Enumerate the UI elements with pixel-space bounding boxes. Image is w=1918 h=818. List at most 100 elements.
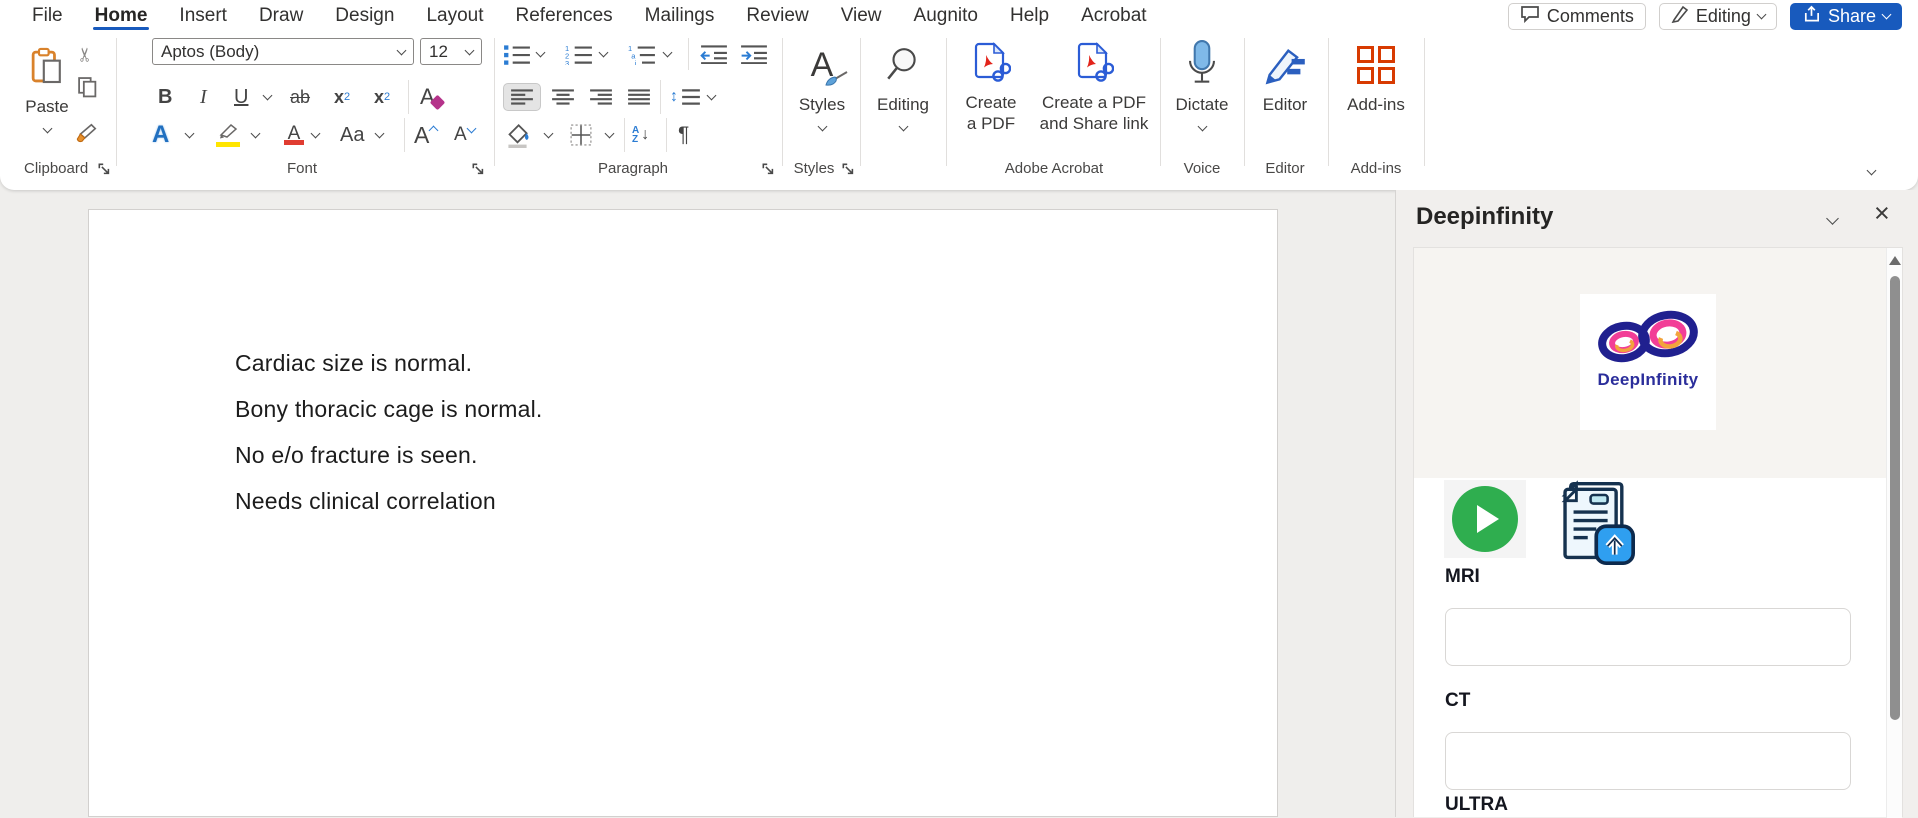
task-pane-menu-button[interactable] [1828, 210, 1837, 228]
menu-acrobat[interactable]: Acrobat [1065, 0, 1162, 32]
menu-layout[interactable]: Layout [410, 0, 499, 32]
font-color-dropdown[interactable] [312, 121, 319, 149]
underline-dropdown[interactable] [264, 83, 271, 111]
menu-home[interactable]: Home [79, 0, 164, 32]
change-case-dropdown[interactable] [376, 121, 383, 149]
bullets-button[interactable] [503, 40, 531, 68]
ct-input[interactable] [1445, 732, 1851, 790]
clipboard-dialog-launcher-icon[interactable] [98, 163, 111, 176]
shading-button[interactable] [505, 121, 530, 149]
paragraph-group-label: Paragraph [498, 160, 768, 177]
chevron-down-icon [1197, 122, 1207, 132]
subscript-button[interactable]: x2 [334, 83, 350, 111]
decrease-indent-button[interactable] [700, 40, 728, 68]
justify-button[interactable] [627, 83, 651, 111]
menu-references[interactable]: References [500, 0, 629, 32]
scroll-up-icon[interactable] [1889, 256, 1901, 265]
menu-augnito[interactable]: Augnito [898, 0, 994, 32]
superscript-button[interactable]: x2 [374, 83, 390, 111]
chevron-down-icon [898, 122, 908, 132]
create-pdf-share-button[interactable]: Create a PDF and Share link [1032, 36, 1156, 134]
superscript-glyph: x [374, 87, 384, 108]
increase-indent-button[interactable] [740, 40, 768, 68]
shading-dropdown[interactable] [545, 121, 552, 149]
chevron-down-icon [663, 48, 673, 58]
pilcrow-glyph: ¶ [678, 123, 689, 147]
font-name-value: Aptos (Body) [161, 42, 259, 62]
text-effects-dropdown[interactable] [186, 121, 193, 149]
borders-button[interactable] [570, 121, 592, 149]
bullets-dropdown[interactable] [537, 40, 544, 68]
align-center-button[interactable] [551, 83, 575, 111]
format-painter-button[interactable] [76, 121, 98, 149]
share-button[interactable]: Share [1790, 3, 1902, 30]
chevron-down-icon [263, 91, 273, 101]
grow-font-button[interactable]: A [414, 121, 437, 149]
font-name-combobox[interactable]: Aptos (Body) [152, 38, 414, 65]
menu-draw[interactable]: Draw [243, 0, 319, 32]
styles-button[interactable]: A Styles [788, 36, 856, 130]
scrollbar-thumb[interactable] [1890, 276, 1900, 720]
paragraph-dialog-launcher-icon[interactable] [762, 163, 775, 176]
multilevel-dropdown[interactable] [664, 40, 671, 68]
line-spacing-button[interactable]: ↕ [670, 83, 701, 111]
line-spacing-dropdown[interactable] [708, 83, 715, 111]
menu-help[interactable]: Help [994, 0, 1065, 32]
font-color-button[interactable]: A [284, 121, 304, 149]
font-dialog-launcher-icon[interactable] [472, 163, 485, 176]
multilevel-list-button[interactable]: 1ai [628, 40, 656, 68]
mri-input[interactable] [1445, 608, 1851, 666]
caret-up-icon [429, 126, 439, 136]
comments-button[interactable]: Comments [1508, 3, 1646, 30]
underline-button[interactable]: U [234, 83, 248, 111]
align-right-button[interactable] [589, 83, 613, 111]
text-effects-button[interactable]: A [152, 121, 169, 149]
document-page[interactable]: Cardiac size is normal. Bony thoracic ca… [88, 209, 1278, 817]
editor-button[interactable]: Editor [1250, 36, 1320, 115]
paint-bucket-icon [505, 123, 530, 148]
cut-button[interactable]: ✂ [78, 40, 94, 68]
show-marks-button[interactable]: ¶ [678, 121, 689, 149]
copy-button[interactable] [78, 76, 97, 104]
paste-button[interactable]: Paste [20, 36, 74, 132]
menu-view[interactable]: View [825, 0, 898, 32]
voice-group-label: Voice [1168, 160, 1236, 177]
menu-review[interactable]: Review [730, 0, 824, 32]
italic-button[interactable]: I [200, 83, 207, 111]
task-pane-scrollbar[interactable] [1886, 248, 1902, 818]
collapse-ribbon-button[interactable] [1868, 158, 1875, 186]
editing-mode-button[interactable]: Editing [1659, 3, 1777, 30]
numbering-button[interactable]: 123 [565, 40, 593, 68]
font-size-value: 12 [429, 42, 448, 62]
styles-dialog-launcher-icon[interactable] [842, 163, 855, 176]
clear-formatting-button[interactable]: A [420, 83, 443, 111]
addins-button[interactable]: Add-ins [1334, 36, 1418, 115]
comment-bubble-icon [1520, 5, 1540, 28]
acrobat-group-label: Adobe Acrobat [952, 160, 1156, 177]
upload-report-button[interactable] [1548, 478, 1636, 571]
strikethrough-button[interactable]: ab [290, 83, 310, 111]
highlight-dropdown[interactable] [252, 121, 259, 149]
play-button[interactable] [1452, 486, 1518, 552]
font-size-combobox[interactable]: 12 [420, 38, 482, 65]
chevron-down-icon [375, 129, 385, 139]
dictate-button[interactable]: Dictate [1168, 36, 1236, 130]
sort-button[interactable]: AZ ↓ [632, 121, 649, 149]
menu-mailings[interactable]: Mailings [629, 0, 731, 32]
borders-dropdown[interactable] [606, 121, 613, 149]
menu-design[interactable]: Design [319, 0, 410, 32]
change-case-button[interactable]: Aa [340, 121, 364, 149]
menu-insert[interactable]: Insert [163, 0, 243, 32]
create-pdf-button[interactable]: Create a PDF [956, 36, 1026, 134]
menu-file[interactable]: File [16, 0, 79, 32]
close-icon[interactable]: × [1874, 198, 1890, 229]
align-left-button[interactable] [503, 83, 541, 111]
find-magnifier-icon [884, 36, 922, 94]
numbering-dropdown[interactable] [600, 40, 607, 68]
bold-button[interactable]: B [158, 83, 172, 111]
chevron-down-icon [465, 45, 475, 55]
shrink-font-button[interactable]: A [454, 121, 475, 149]
highlighter-pen-icon [217, 123, 239, 144]
highlight-button[interactable] [216, 121, 240, 149]
editing-button[interactable]: Editing [864, 36, 942, 130]
